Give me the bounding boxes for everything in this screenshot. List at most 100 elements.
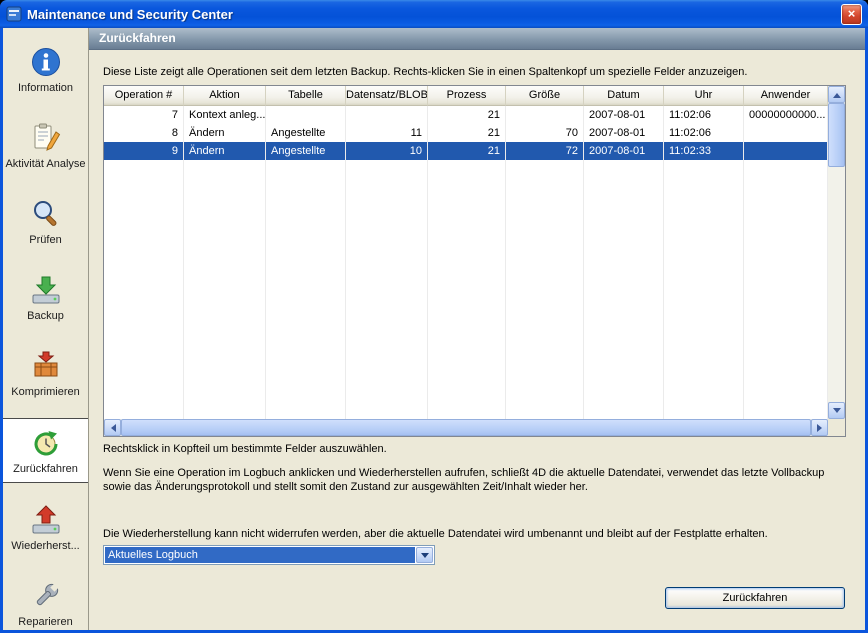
- table-cell: 2007-08-01: [584, 124, 664, 142]
- restore-info-text: Wenn Sie eine Operation im Logbuch ankli…: [103, 466, 855, 494]
- window-title: Maintenance und Security Center: [27, 7, 836, 22]
- table-cell: 21: [428, 124, 506, 142]
- table-cell: Ändern: [184, 142, 266, 160]
- table-cell: [744, 124, 828, 142]
- table-row-selected[interactable]: 9 Ändern Angestellte 10 21 72 2007-08-01…: [104, 142, 828, 160]
- table-cell: 11:02:06: [664, 106, 744, 124]
- info-icon: [29, 45, 63, 79]
- chevron-down-icon: [421, 553, 429, 562]
- table-cell: 21: [428, 142, 506, 160]
- window-body: Information Aktivität Analyse Prüfen Bac…: [3, 28, 865, 630]
- table-empty-area: [104, 160, 828, 419]
- table-cell: Ändern: [184, 124, 266, 142]
- table-cell: Angestellte: [266, 142, 346, 160]
- table-cell: [346, 106, 428, 124]
- compact-icon: [29, 349, 63, 383]
- restore-icon: [29, 503, 63, 537]
- dropdown-arrow-button[interactable]: [416, 547, 433, 563]
- scroll-left-button[interactable]: [104, 419, 121, 436]
- horizontal-scroll-thumb[interactable]: [121, 419, 811, 436]
- table-cell: 11: [346, 124, 428, 142]
- column-header-anwender[interactable]: Anwender: [744, 86, 828, 106]
- table-header-row: Operation # Aktion Tabelle Datensatz/BLO…: [104, 86, 828, 106]
- arrow-right-icon: [817, 424, 826, 432]
- backup-icon: [29, 273, 63, 307]
- table-cell: 2007-08-01: [584, 142, 664, 160]
- logbook-select[interactable]: Aktuelles Logbuch: [103, 545, 435, 565]
- table-cell: Kontext anleg...: [184, 106, 266, 124]
- column-header-aktion[interactable]: Aktion: [184, 86, 266, 106]
- app-icon: [6, 6, 22, 22]
- scrollbar-corner: [828, 419, 845, 436]
- table-cell: [266, 106, 346, 124]
- table-cell: 72: [506, 142, 584, 160]
- header-hint-text: Rechtsklick in Kopfteil um bestimmte Fel…: [103, 443, 851, 455]
- table-row[interactable]: 8 Ändern Angestellte 11 21 70 2007-08-01…: [104, 124, 828, 142]
- table-cell: 70: [506, 124, 584, 142]
- table-cell: 10: [346, 142, 428, 160]
- table-cell: 2007-08-01: [584, 106, 664, 124]
- sidebar-item-pruefen[interactable]: Prüfen: [3, 190, 88, 253]
- arrow-down-icon: [833, 408, 841, 417]
- sidebar-item-aktivitaet-analyse[interactable]: Aktivität Analyse: [3, 114, 88, 177]
- sidebar: Information Aktivität Analyse Prüfen Bac…: [3, 28, 89, 630]
- sidebar-item-label: Prüfen: [29, 234, 61, 246]
- horizontal-scrollbar[interactable]: [104, 419, 828, 436]
- column-header-prozess[interactable]: Prozess: [428, 86, 506, 106]
- main-content: Zurückfahren Diese Liste zeigt alle Oper…: [89, 28, 865, 630]
- page-header: Zurückfahren: [89, 28, 865, 50]
- sidebar-item-label: Zurückfahren: [13, 463, 78, 475]
- maintenance-security-window: Maintenance und Security Center × Inform…: [0, 0, 868, 633]
- scroll-up-button[interactable]: [828, 86, 845, 103]
- repair-wrench-icon: [29, 579, 63, 613]
- column-header-groesse[interactable]: Größe: [506, 86, 584, 106]
- table-body: 7 Kontext anleg... 21 2007-08-01 11:02:0…: [104, 106, 828, 419]
- column-header-operation[interactable]: Operation #: [104, 86, 184, 106]
- column-header-uhr[interactable]: Uhr: [664, 86, 744, 106]
- table-cell: 9: [104, 142, 184, 160]
- sidebar-item-wiederherstellen[interactable]: Wiederherst...: [3, 496, 88, 559]
- table-row[interactable]: 7 Kontext anleg... 21 2007-08-01 11:02:0…: [104, 106, 828, 124]
- sidebar-item-label: Backup: [27, 310, 64, 322]
- sidebar-item-backup[interactable]: Backup: [3, 266, 88, 329]
- restore-warning-text: Die Wiederherstellung kann nicht widerru…: [103, 527, 855, 541]
- operations-table: Operation # Aktion Tabelle Datensatz/BLO…: [103, 85, 846, 437]
- sidebar-item-zurueckfahren[interactable]: Zurückfahren: [3, 418, 88, 483]
- sidebar-item-label: Information: [18, 82, 73, 94]
- sidebar-item-label: Wiederherst...: [11, 540, 79, 552]
- table-cell: 8: [104, 124, 184, 142]
- table-cell: Angestellte: [266, 124, 346, 142]
- close-icon: ×: [848, 6, 856, 21]
- scroll-right-button[interactable]: [811, 419, 828, 436]
- close-button[interactable]: ×: [841, 4, 862, 25]
- table-cell: 21: [428, 106, 506, 124]
- table-cell: 11:02:33: [664, 142, 744, 160]
- table-cell: 11:02:06: [664, 124, 744, 142]
- vertical-scrollbar[interactable]: [828, 86, 845, 419]
- column-header-tabelle[interactable]: Tabelle: [266, 86, 346, 106]
- table-cell: 7: [104, 106, 184, 124]
- verify-magnifier-icon: [29, 197, 63, 231]
- page-title: Zurückfahren: [99, 31, 176, 45]
- scroll-down-button[interactable]: [828, 402, 845, 419]
- activity-analysis-icon: [29, 121, 63, 155]
- table-cell: [506, 106, 584, 124]
- sidebar-item-reparieren[interactable]: Reparieren: [3, 572, 88, 633]
- sidebar-item-label: Aktivität Analyse: [5, 158, 85, 170]
- column-header-datum[interactable]: Datum: [584, 86, 664, 106]
- rollback-icon: [29, 426, 63, 460]
- table-cell: [744, 142, 828, 160]
- sidebar-item-komprimieren[interactable]: Komprimieren: [3, 342, 88, 405]
- description-text: Diese Liste zeigt alle Operationen seit …: [103, 66, 851, 78]
- arrow-left-icon: [107, 424, 116, 432]
- zurueckfahren-button[interactable]: Zurückfahren: [665, 587, 845, 609]
- column-header-datensatz[interactable]: Datensatz/BLOB: [346, 86, 428, 106]
- sidebar-item-label: Reparieren: [18, 616, 72, 628]
- table-cell: 00000000000...: [744, 106, 828, 124]
- sidebar-item-label: Komprimieren: [11, 386, 79, 398]
- arrow-up-icon: [833, 89, 841, 98]
- vertical-scroll-thumb[interactable]: [828, 103, 845, 167]
- title-bar: Maintenance und Security Center ×: [0, 0, 868, 28]
- sidebar-item-information[interactable]: Information: [3, 38, 88, 101]
- logbook-selected-value: Aktuelles Logbuch: [105, 547, 415, 563]
